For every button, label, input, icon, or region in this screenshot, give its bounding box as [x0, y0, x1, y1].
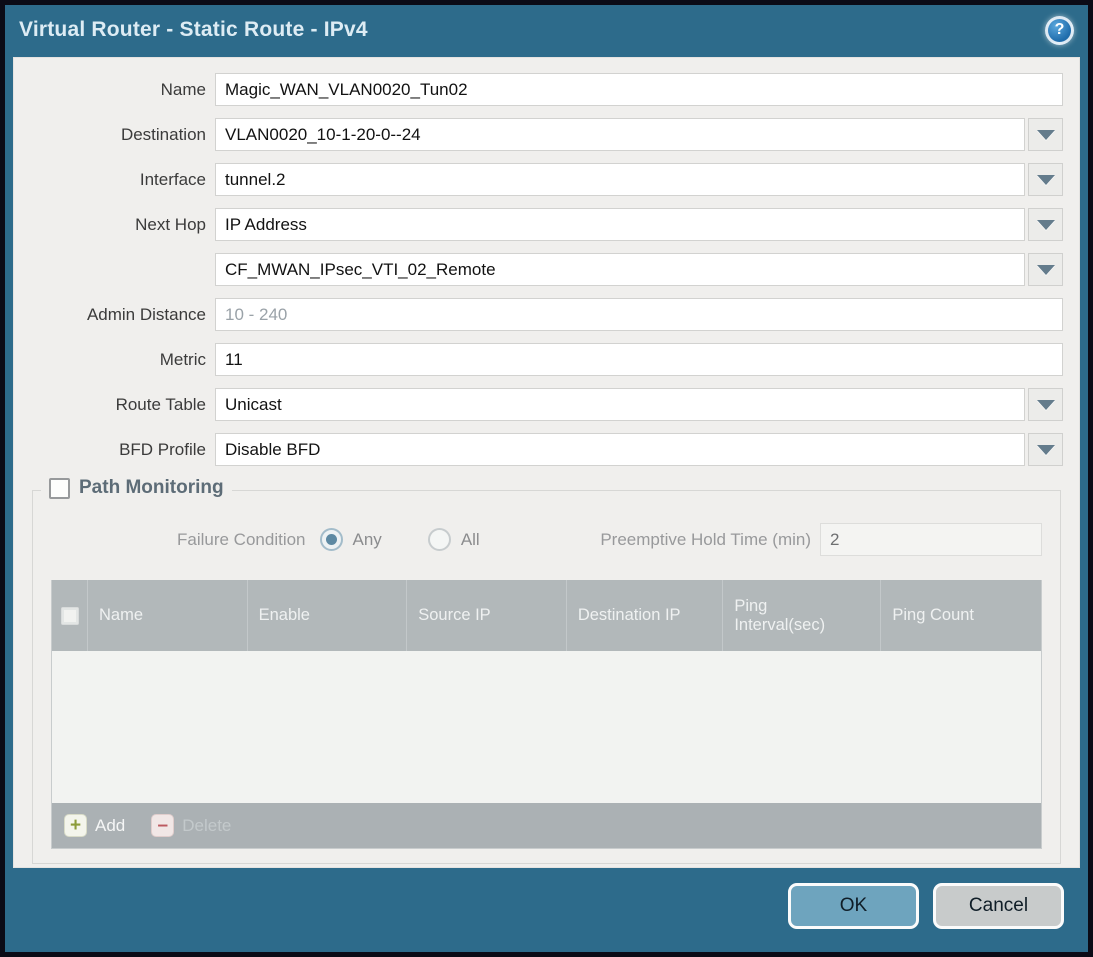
chevron-down-icon: [1037, 130, 1055, 140]
ok-button[interactable]: OK: [788, 883, 919, 929]
form-row-bfd-profile: BFD Profile: [30, 433, 1063, 466]
chevron-down-icon: [1037, 175, 1055, 185]
chevron-down-icon: [1037, 220, 1055, 230]
column-header-source-ip[interactable]: Source IP: [407, 580, 567, 651]
preemptive-hold-time-label: Preemptive Hold Time (min): [600, 530, 811, 550]
interface-input[interactable]: [215, 163, 1025, 196]
admin-distance-label: Admin Distance: [30, 305, 206, 325]
failure-condition-any-label: Any: [353, 530, 382, 550]
dialog-title: Virtual Router - Static Route - IPv4: [19, 18, 368, 42]
next-hop-address-input[interactable]: [215, 253, 1025, 286]
table-header-row: Name Enable Source IP Destination IP Pin…: [52, 580, 1041, 651]
plus-icon: +: [64, 814, 87, 837]
delete-button[interactable]: – Delete: [151, 814, 231, 837]
path-monitoring-section: Path Monitoring Failure Condition Any Al…: [32, 490, 1061, 864]
name-input[interactable]: [215, 73, 1063, 106]
destination-input[interactable]: [215, 118, 1025, 151]
preemptive-hold-time-input[interactable]: [820, 523, 1042, 556]
column-header-ping-interval[interactable]: Ping Interval(sec): [723, 580, 881, 651]
next-hop-type-input[interactable]: [215, 208, 1025, 241]
name-label: Name: [30, 80, 206, 100]
column-header-ping-count[interactable]: Ping Count: [881, 580, 1041, 651]
form-row-next-hop-value: [30, 253, 1063, 286]
form-row-admin-distance: Admin Distance: [30, 298, 1063, 331]
path-monitoring-label: Path Monitoring: [79, 477, 224, 499]
failure-condition-any-radio[interactable]: [320, 528, 343, 551]
dialog-titlebar: Virtual Router - Static Route - IPv4 ?: [5, 5, 1088, 55]
form-row-interface: Interface: [30, 163, 1063, 196]
next-hop-address-dropdown-button[interactable]: [1028, 253, 1063, 286]
bfd-profile-input[interactable]: [215, 433, 1025, 466]
table-toolbar: + Add – Delete: [52, 803, 1041, 848]
dialog-content: Name Destination Interface Next Hop: [13, 57, 1080, 868]
interface-dropdown-button[interactable]: [1028, 163, 1063, 196]
bfd-profile-label: BFD Profile: [30, 440, 206, 460]
preemptive-hold-time-group: Preemptive Hold Time (min): [600, 523, 1042, 556]
table-body-empty: [52, 651, 1041, 803]
failure-condition-all-radio[interactable]: [428, 528, 451, 551]
select-all-cell: [52, 580, 88, 651]
path-monitoring-legend: Path Monitoring: [41, 477, 232, 499]
metric-label: Metric: [30, 350, 206, 370]
destination-label: Destination: [30, 125, 206, 145]
route-table-dropdown-button[interactable]: [1028, 388, 1063, 421]
route-table-input[interactable]: [215, 388, 1025, 421]
column-header-name[interactable]: Name: [88, 580, 248, 651]
form-row-metric: Metric: [30, 343, 1063, 376]
next-hop-type-dropdown-button[interactable]: [1028, 208, 1063, 241]
failure-condition-all-label: All: [461, 530, 480, 550]
form-row-next-hop: Next Hop: [30, 208, 1063, 241]
static-route-dialog: Virtual Router - Static Route - IPv4 ? N…: [0, 0, 1093, 957]
route-table-label: Route Table: [30, 395, 206, 415]
delete-button-label: Delete: [182, 816, 231, 836]
form-row-name: Name: [30, 73, 1063, 106]
chevron-down-icon: [1037, 445, 1055, 455]
interface-label: Interface: [30, 170, 206, 190]
next-hop-label: Next Hop: [30, 215, 206, 235]
select-all-checkbox[interactable]: [61, 607, 79, 625]
dialog-footer: OK Cancel: [5, 868, 1088, 952]
bfd-profile-dropdown-button[interactable]: [1028, 433, 1063, 466]
form-row-destination: Destination: [30, 118, 1063, 151]
admin-distance-input[interactable]: [215, 298, 1063, 331]
destination-dropdown-button[interactable]: [1028, 118, 1063, 151]
add-button[interactable]: + Add: [64, 814, 125, 837]
radio-dot-icon: [326, 534, 337, 545]
metric-input[interactable]: [215, 343, 1063, 376]
chevron-down-icon: [1037, 400, 1055, 410]
minus-icon: –: [151, 814, 174, 837]
path-monitoring-checkbox[interactable]: [49, 478, 70, 499]
cancel-button[interactable]: Cancel: [933, 883, 1064, 929]
column-header-enable[interactable]: Enable: [248, 580, 408, 651]
failure-condition-label: Failure Condition: [177, 530, 306, 550]
path-monitoring-table: Name Enable Source IP Destination IP Pin…: [51, 580, 1042, 849]
help-icon[interactable]: ?: [1045, 16, 1074, 45]
add-button-label: Add: [95, 816, 125, 836]
failure-condition-row: Failure Condition Any All Preemptive Hol…: [51, 523, 1042, 556]
chevron-down-icon: [1037, 265, 1055, 275]
form-row-route-table: Route Table: [30, 388, 1063, 421]
column-header-destination-ip[interactable]: Destination IP: [567, 580, 723, 651]
